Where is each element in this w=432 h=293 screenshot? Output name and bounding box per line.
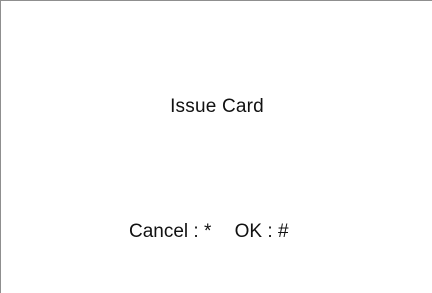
device-screen: Issue Card Cancel : * OK : # bbox=[0, 0, 432, 293]
ok-key-hint[interactable]: OK : # bbox=[235, 218, 289, 246]
soft-key-hints: Cancel : * OK : # bbox=[129, 218, 289, 246]
cancel-key-hint[interactable]: Cancel : * bbox=[129, 218, 211, 246]
screen-title: Issue Card bbox=[170, 96, 264, 117]
